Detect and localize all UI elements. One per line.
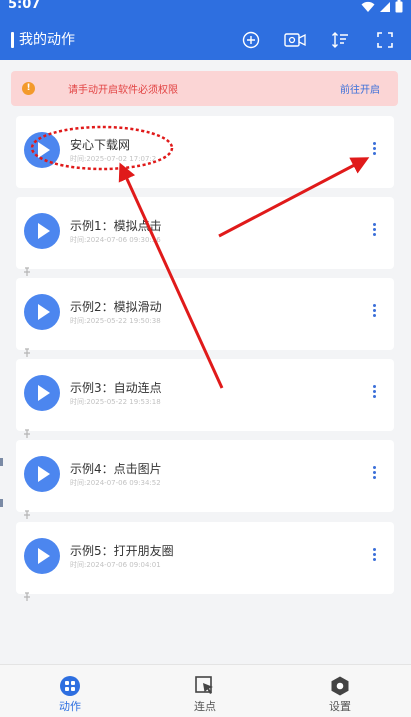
more-options-button[interactable] xyxy=(370,548,378,566)
settings-hexagon-icon xyxy=(331,676,349,696)
sort-icon xyxy=(332,32,348,48)
page-title: 我的动作 xyxy=(19,32,75,48)
fullscreen-button[interactable] xyxy=(373,28,397,52)
play-button[interactable] xyxy=(24,375,60,411)
warning-icon: ! xyxy=(22,82,35,95)
pin-icon xyxy=(24,267,30,276)
wifi-icon xyxy=(361,1,375,12)
more-options-button[interactable] xyxy=(370,223,378,241)
action-time: 时间:2025-05-22 19:53:18 xyxy=(70,398,161,406)
pin-icon xyxy=(24,510,30,519)
play-button[interactable] xyxy=(24,294,60,330)
action-time: 时间:2024-07-06 09:34:52 xyxy=(70,479,161,487)
nav-label-clicker: 连点 xyxy=(194,700,216,713)
play-button[interactable] xyxy=(24,132,60,168)
edge-mark xyxy=(0,499,3,507)
action-time: 时间:2024-07-06 09:04:01 xyxy=(70,561,161,569)
permission-notice: ! 请手动开启软件必须权限 前往开启 xyxy=(11,71,398,106)
signal-icon xyxy=(380,1,390,12)
pin-icon xyxy=(24,348,30,357)
play-icon xyxy=(38,304,50,320)
play-icon xyxy=(38,142,50,158)
nav-label-settings: 设置 xyxy=(329,700,351,713)
expand-icon xyxy=(377,32,393,48)
app-header: 5:07 我的动作 xyxy=(0,0,411,60)
notice-text: 请手动开启软件必须权限 xyxy=(68,85,178,96)
play-icon xyxy=(38,548,50,564)
play-icon xyxy=(38,385,50,401)
more-options-button[interactable] xyxy=(370,142,378,160)
nav-label-actions: 动作 xyxy=(59,700,81,713)
title-accent-bar xyxy=(11,32,14,48)
pin-icon xyxy=(24,592,30,601)
action-title: 示例1：模拟点击 xyxy=(70,219,162,233)
action-title: 示例5：打开朋友圈 xyxy=(70,544,174,558)
action-item[interactable]: 示例4：点击图片 时间:2024-07-06 09:34:52 xyxy=(16,440,394,519)
action-item[interactable]: 示例2：模拟滑动 时间:2025-05-22 19:50:38 xyxy=(16,278,394,357)
sort-button[interactable] xyxy=(328,28,352,52)
action-title: 示例3：自动连点 xyxy=(70,381,162,395)
play-button[interactable] xyxy=(24,213,60,249)
title-bar: 我的动作 xyxy=(0,24,411,56)
more-options-button[interactable] xyxy=(370,385,378,403)
status-time: 5:07 xyxy=(8,0,41,12)
cursor-click-icon xyxy=(195,676,213,694)
play-button[interactable] xyxy=(24,538,60,574)
action-time: 时间:2024-07-06 09:30:36 xyxy=(70,236,161,244)
record-button[interactable] xyxy=(283,28,307,52)
more-options-button[interactable] xyxy=(370,466,378,484)
action-title: 示例2：模拟滑动 xyxy=(70,300,162,314)
add-action-button[interactable] xyxy=(239,28,263,52)
annotation-overlay xyxy=(30,125,370,389)
enable-permission-link[interactable]: 前往开启 xyxy=(340,81,380,96)
play-icon xyxy=(38,223,50,239)
nav-tab-settings[interactable]: 设置 xyxy=(300,665,380,717)
grid-icon xyxy=(60,676,80,696)
battery-icon xyxy=(395,0,403,13)
nav-tab-clicker[interactable]: 连点 xyxy=(165,665,245,717)
action-item[interactable]: 示例1：模拟点击 时间:2024-07-06 09:30:36 xyxy=(16,197,394,276)
play-button[interactable] xyxy=(24,456,60,492)
action-item[interactable]: 安心下载网 时间:2025-07-02 17:07:2 xyxy=(16,116,394,188)
action-item[interactable]: 示例3：自动连点 时间:2025-05-22 19:53:18 xyxy=(16,359,394,438)
action-item[interactable]: 示例5：打开朋友圈 时间:2024-07-06 09:04:01 xyxy=(16,522,394,601)
bottom-nav: 动作 连点 设置 xyxy=(0,664,411,717)
action-title: 安心下载网 xyxy=(70,138,131,152)
action-time: 时间:2025-05-22 19:50:38 xyxy=(70,317,161,325)
video-camera-icon xyxy=(284,33,306,47)
edge-mark xyxy=(0,458,3,466)
add-circle-icon xyxy=(242,31,260,49)
nav-tab-actions[interactable]: 动作 xyxy=(30,665,110,717)
status-icons xyxy=(361,0,403,13)
action-title: 示例4：点击图片 xyxy=(70,462,162,476)
pin-icon xyxy=(24,429,30,438)
action-time: 时间:2025-07-02 17:07:2 xyxy=(70,155,157,163)
play-icon xyxy=(38,466,50,482)
status-bar: 5:07 xyxy=(0,0,411,14)
more-options-button[interactable] xyxy=(370,304,378,322)
